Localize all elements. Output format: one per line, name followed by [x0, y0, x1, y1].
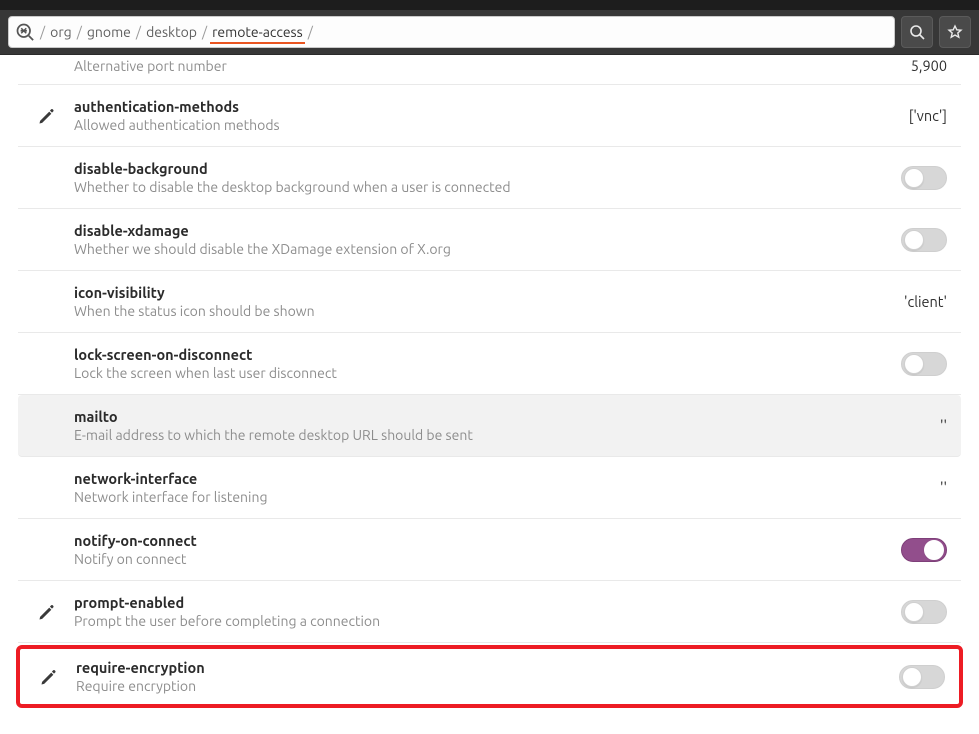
setting-value: 'client' — [904, 293, 947, 310]
value-cell: ['vnc'] — [887, 107, 947, 124]
bookmark-button[interactable] — [939, 16, 971, 48]
settings-row[interactable]: Alternative port number 5,900 — [18, 55, 961, 85]
setting-description: Notify on connect — [74, 551, 871, 567]
path-separator: / — [37, 24, 48, 40]
setting-description: Whether to disable the desktop backgroun… — [74, 179, 871, 195]
row-info: disable-background Whether to disable the… — [74, 160, 871, 195]
value-cell — [887, 352, 947, 376]
settings-row[interactable]: mailto E-mail address to which the remote… — [18, 395, 961, 457]
path-entry[interactable]: /org/gnome/desktop/remote-access/ — [8, 16, 895, 48]
toggle-switch[interactable] — [901, 228, 947, 252]
reset-path-icon[interactable] — [15, 20, 35, 44]
path-separator: / — [74, 24, 85, 40]
settings-list: Alternative port number 5,900 authenticati… — [0, 55, 979, 708]
value-cell: 5,900 — [887, 57, 947, 74]
breadcrumb: /org/gnome/desktop/remote-access/ — [37, 24, 316, 40]
setting-description: Require encryption — [76, 678, 869, 694]
setting-description: Whether we should disable the XDamage ex… — [74, 241, 871, 257]
value-cell — [887, 166, 947, 190]
settings-row[interactable]: prompt-enabled Prompt the user before com… — [18, 581, 961, 643]
toggle-knob — [904, 168, 924, 188]
toggle-knob — [904, 602, 924, 622]
edit-indicator-icon — [38, 667, 60, 687]
setting-key: network-interface — [74, 470, 871, 487]
path-separator: / — [133, 24, 144, 40]
row-info: notify-on-connect Notify on connect — [74, 532, 871, 567]
value-cell — [887, 600, 947, 624]
search-button[interactable] — [901, 16, 933, 48]
window-titlebar — [0, 0, 979, 10]
settings-row[interactable]: notify-on-connect Notify on connect — [18, 519, 961, 581]
setting-key: require-encryption — [76, 659, 869, 676]
settings-row[interactable]: disable-xdamage Whether we should disable… — [18, 209, 961, 271]
toggle-switch[interactable] — [901, 166, 947, 190]
toggle-switch[interactable] — [901, 352, 947, 376]
value-cell: '' — [887, 479, 947, 496]
setting-key: authentication-methods — [74, 98, 871, 115]
settings-row[interactable]: lock-screen-on-disconnect Lock the screen… — [18, 333, 961, 395]
toggle-knob — [904, 354, 924, 374]
setting-description: Lock the screen when last user disconnec… — [74, 365, 871, 381]
breadcrumb-segment[interactable]: org — [48, 22, 74, 44]
edit-indicator-icon — [36, 602, 58, 622]
breadcrumb-segment[interactable]: desktop — [144, 22, 199, 44]
setting-value: '' — [940, 479, 947, 496]
path-separator: / — [305, 24, 316, 40]
setting-key: notify-on-connect — [74, 532, 871, 549]
toggle-knob — [902, 667, 922, 687]
row-info: lock-screen-on-disconnect Lock the screen… — [74, 346, 871, 381]
settings-row[interactable]: network-interface Network interface for l… — [18, 457, 961, 519]
value-cell — [887, 538, 947, 562]
header-bar: /org/gnome/desktop/remote-access/ — [0, 10, 979, 55]
setting-key: lock-screen-on-disconnect — [74, 346, 871, 363]
setting-key: disable-xdamage — [74, 222, 871, 239]
setting-description: E-mail address to which the remote deskt… — [74, 427, 871, 443]
setting-description: Network interface for listening — [74, 489, 871, 505]
toggle-switch[interactable] — [901, 538, 947, 562]
setting-key: icon-visibility — [74, 284, 871, 301]
value-cell — [887, 228, 947, 252]
setting-value: 5,900 — [911, 57, 947, 74]
row-info: Alternative port number — [74, 58, 871, 74]
breadcrumb-segment[interactable]: gnome — [85, 22, 133, 44]
row-info: mailto E-mail address to which the remote… — [74, 408, 871, 443]
row-info: require-encryption Require encryption — [76, 659, 869, 694]
path-separator: / — [199, 24, 210, 40]
value-cell: 'client' — [887, 293, 947, 310]
row-info: prompt-enabled Prompt the user before com… — [74, 594, 871, 629]
edit-indicator-icon — [36, 106, 58, 126]
toggle-switch[interactable] — [901, 600, 947, 624]
setting-description: When the status icon should be shown — [74, 303, 871, 319]
value-cell — [885, 665, 945, 689]
row-info: network-interface Network interface for l… — [74, 470, 871, 505]
settings-row[interactable]: require-encryption Require encryption — [16, 645, 963, 708]
setting-key: prompt-enabled — [74, 594, 871, 611]
settings-row[interactable]: disable-background Whether to disable the… — [18, 147, 961, 209]
settings-row[interactable]: icon-visibility When the status icon shou… — [18, 271, 961, 333]
setting-value: ['vnc'] — [909, 107, 947, 124]
value-cell: '' — [887, 417, 947, 434]
setting-description: Prompt the user before completing a conn… — [74, 613, 871, 629]
setting-key: mailto — [74, 408, 871, 425]
setting-key: disable-background — [74, 160, 871, 177]
toggle-knob — [904, 230, 924, 250]
row-info: disable-xdamage Whether we should disable… — [74, 222, 871, 257]
toggle-switch[interactable] — [899, 665, 945, 689]
row-info: icon-visibility When the status icon shou… — [74, 284, 871, 319]
breadcrumb-segment[interactable]: remote-access — [210, 22, 305, 44]
setting-description: Allowed authentication methods — [74, 117, 871, 133]
toggle-knob — [924, 540, 944, 560]
setting-value: '' — [940, 417, 947, 434]
setting-description: Alternative port number — [74, 58, 871, 74]
row-info: authentication-methods Allowed authentica… — [74, 98, 871, 133]
settings-row[interactable]: authentication-methods Allowed authentica… — [18, 85, 961, 147]
